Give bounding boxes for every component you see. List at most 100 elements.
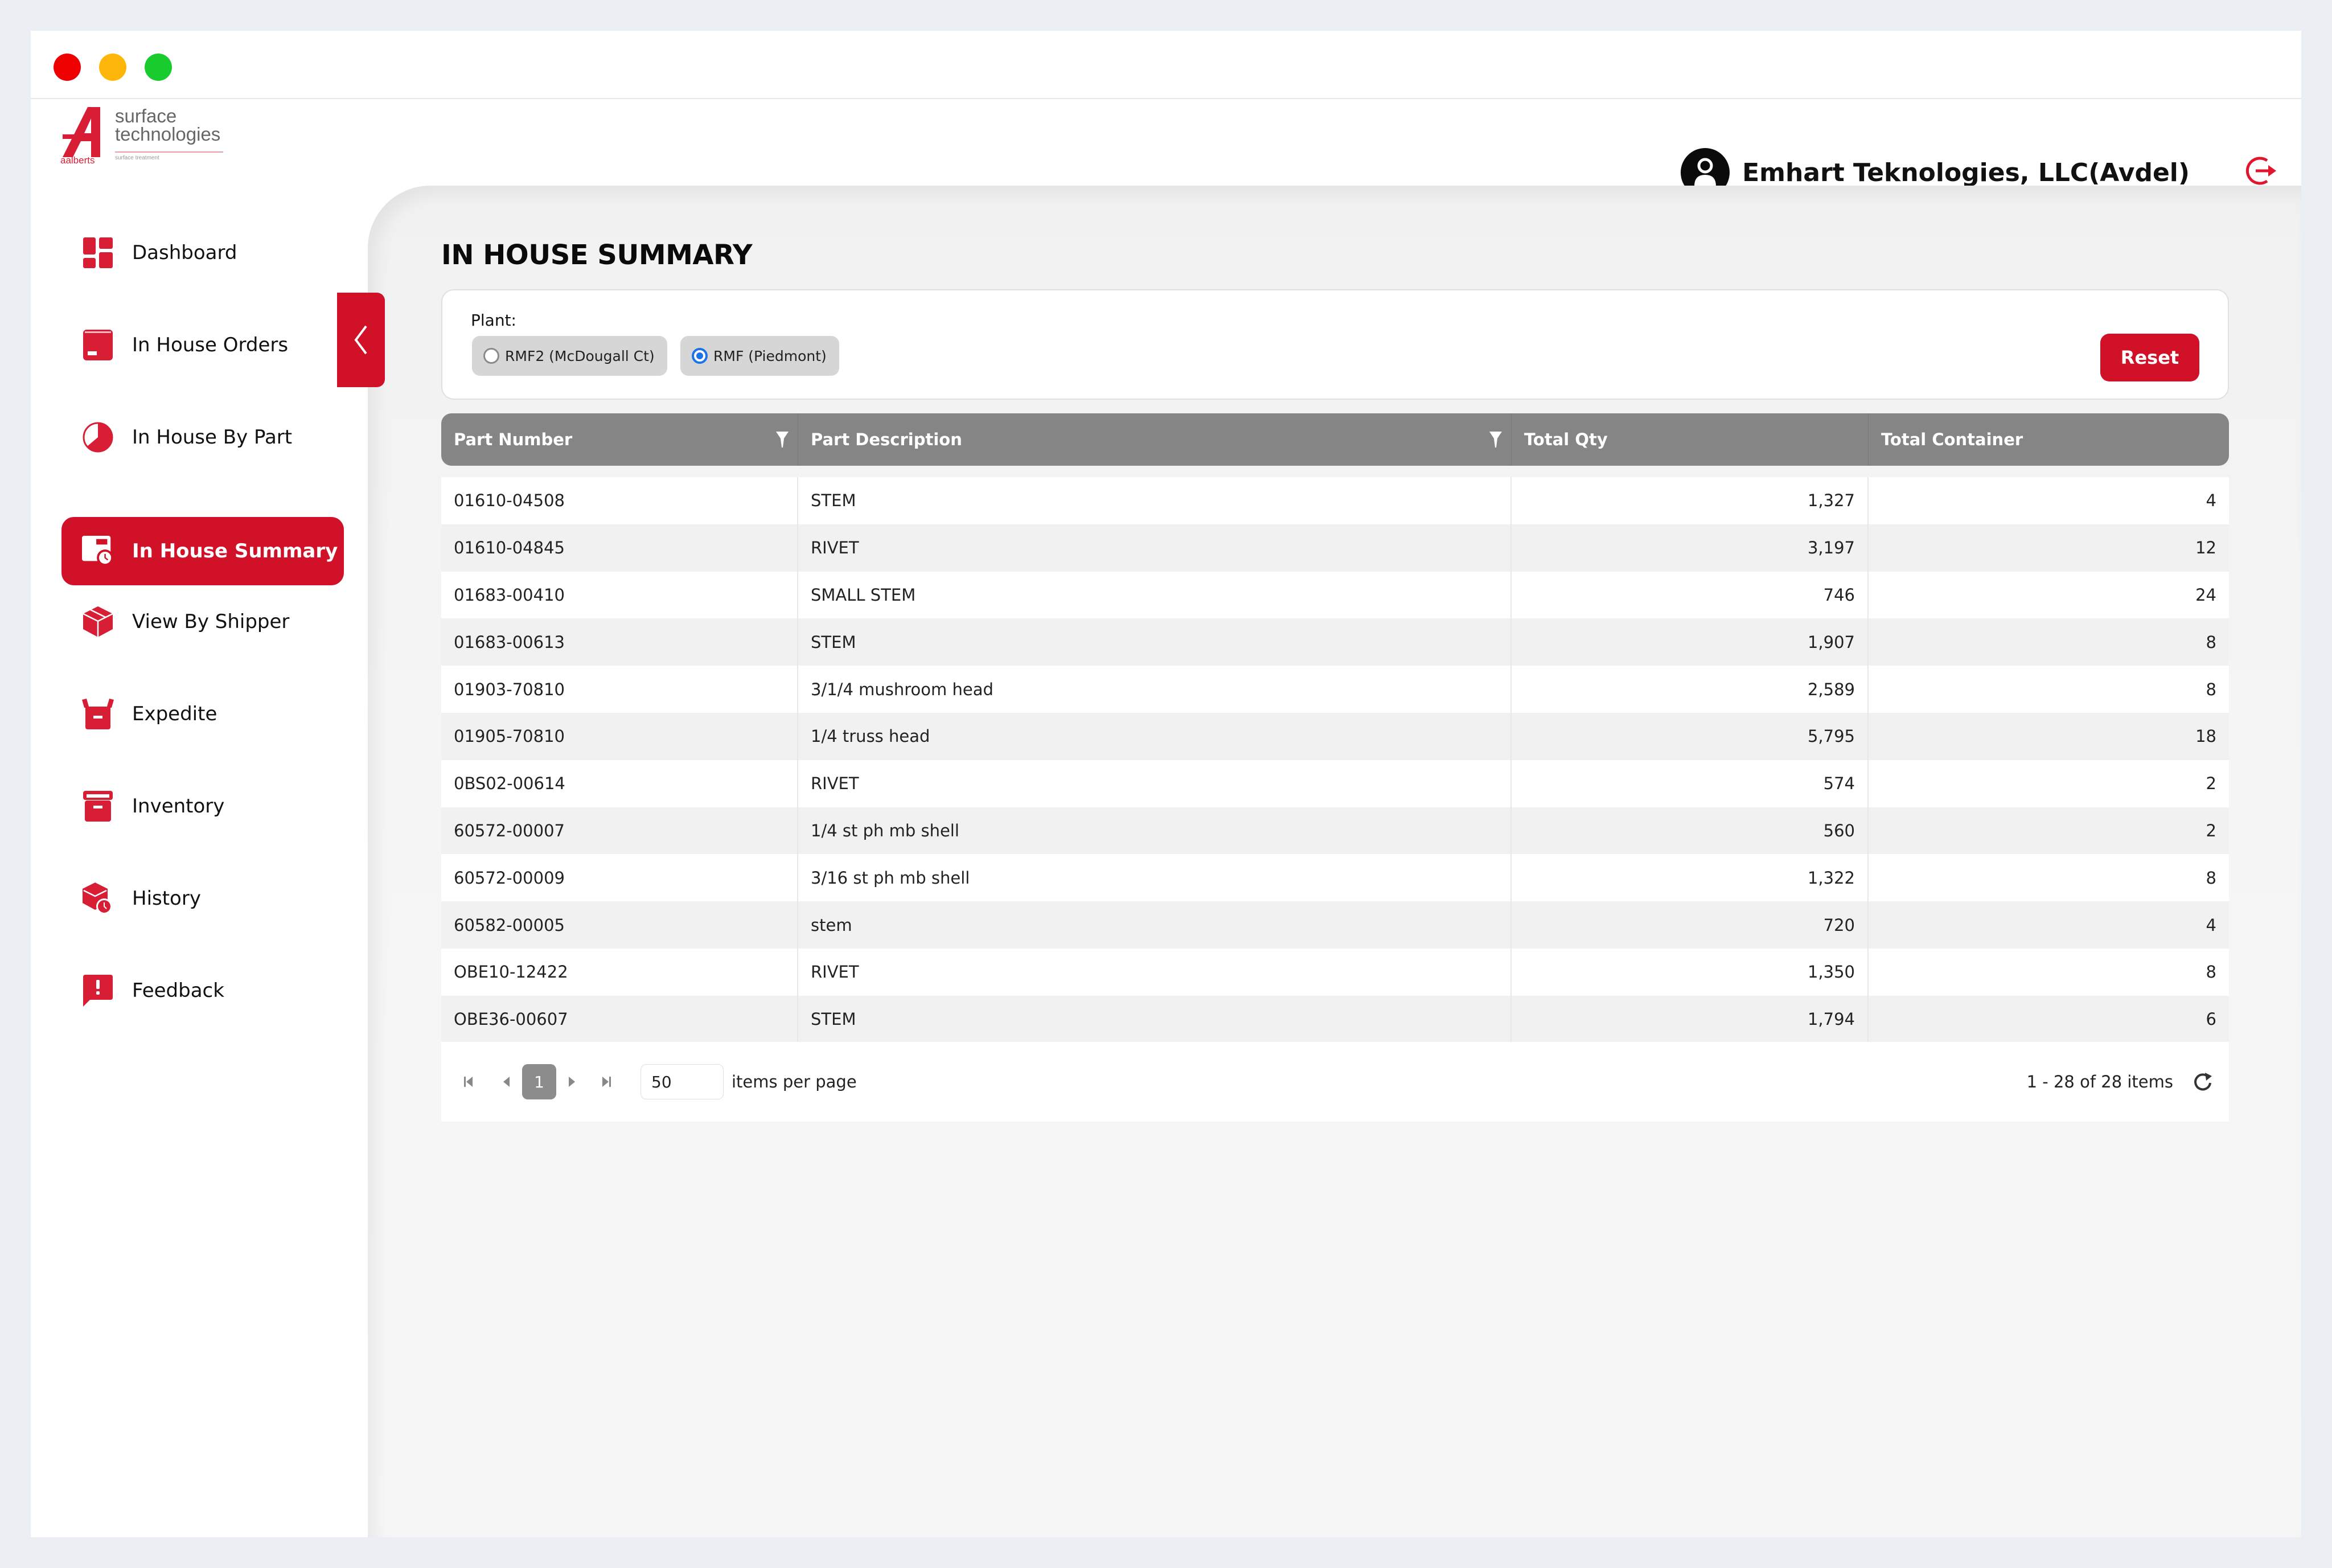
cell-total-qty: 5,795	[1512, 712, 1869, 760]
sidebar-item-label: Feedback	[132, 979, 224, 1002]
window-titlebar	[31, 31, 2301, 99]
table-row[interactable]: 01903-70810 3/1/4 mushroom head 2,589 8	[441, 666, 2229, 713]
cell-part-description: RIVET	[798, 524, 1512, 572]
cell-part-number: OBE36-00607	[441, 995, 798, 1043]
cell-total-qty: 1,322	[1512, 854, 1869, 902]
sidebar-item-label: Expedite	[132, 703, 217, 725]
app-header: aalberts surface technologies surface tr…	[31, 100, 2301, 197]
cell-total-container: 2	[2206, 820, 2216, 840]
sidebar-item-in-house-by-part[interactable]: In House By Part	[61, 403, 344, 471]
page-1-button[interactable]: 1	[522, 1064, 556, 1099]
cell-total-container: 4	[2206, 491, 2216, 511]
cell-total-qty: 746	[1512, 571, 1869, 619]
column-label: Total Container	[1881, 430, 2023, 449]
cell-total-container: 18	[2195, 726, 2216, 746]
page-size-input[interactable]	[641, 1064, 724, 1099]
table-row[interactable]: OBE10-12422 RIVET 1,350 8	[441, 948, 2229, 996]
dashboard-icon	[82, 237, 114, 269]
sidebar-item-history[interactable]: History	[61, 864, 344, 933]
pagination-info: 1 - 28 of 28 items	[2026, 1072, 2173, 1091]
filter-icon[interactable]	[1488, 430, 1503, 449]
refresh-icon[interactable]	[2191, 1070, 2214, 1093]
sidebar-item-label: In House Orders	[132, 334, 289, 356]
box-clock-icon	[82, 882, 114, 914]
column-header-total-qty[interactable]: Total Qty	[1512, 413, 1869, 466]
filter-icon[interactable]	[775, 430, 790, 449]
cell-total-qty: 1,327	[1512, 477, 1869, 524]
sidebar-item-inventory[interactable]: Inventory	[61, 772, 344, 840]
summary-table: Part Number Part Description Total Qty T…	[441, 413, 2229, 1043]
sidebar-item-feedback[interactable]: Feedback	[61, 957, 344, 1025]
logout-icon[interactable]	[2242, 153, 2278, 189]
window-maximize-button[interactable]	[145, 54, 172, 81]
table-row[interactable]: OBE36-00607 STEM 1,794 6	[441, 995, 2229, 1043]
cell-total-qty: 2,589	[1512, 666, 1869, 713]
sidebar-item-label: View By Shipper	[132, 610, 290, 633]
cell-part-number: 60572-00009	[441, 854, 798, 902]
cell-part-number: 01683-00410	[441, 571, 798, 619]
cell-part-description: SMALL STEM	[798, 571, 1512, 619]
sidebar-item-dashboard[interactable]: Dashboard	[61, 219, 344, 287]
cell-total-qty: 720	[1512, 901, 1869, 949]
pagination-bar: 1 items per page 1 - 28 of 28 items	[441, 1042, 2229, 1122]
package-icon	[82, 606, 114, 638]
archive-icon	[82, 790, 114, 822]
cell-total-qty: 1,794	[1512, 995, 1869, 1043]
table-row[interactable]: 60572-00009 3/16 st ph mb shell 1,322 8	[441, 854, 2229, 902]
cell-part-description: STEM	[798, 477, 1512, 524]
next-page-icon[interactable]	[561, 1065, 584, 1099]
radio-unchecked-icon[interactable]	[483, 348, 499, 364]
column-header-part-description[interactable]: Part Description	[798, 413, 1512, 466]
cell-part-number: 60582-00005	[441, 901, 798, 949]
user-name: Emhart Teknologies, LLC(Avdel)	[1742, 158, 2190, 187]
first-page-icon[interactable]	[457, 1065, 480, 1099]
last-page-icon[interactable]	[595, 1065, 618, 1099]
table-row[interactable]: 01905-70810 1/4 truss head 5,795 18	[441, 712, 2229, 760]
plant-option-rmf2[interactable]: RMF2 (McDougall Ct)	[472, 336, 667, 376]
sidebar: Dashboard In House Orders In House By Pa…	[31, 186, 368, 1537]
cell-part-description: 3/1/4 mushroom head	[798, 666, 1512, 713]
radio-checked-icon[interactable]	[692, 348, 708, 364]
cell-part-number: 01610-04508	[441, 477, 798, 524]
table-header: Part Number Part Description Total Qty T…	[441, 413, 2229, 466]
cell-total-qty: 574	[1512, 760, 1869, 807]
column-header-part-number[interactable]: Part Number	[441, 413, 798, 466]
page-title: IN HOUSE SUMMARY	[441, 239, 753, 271]
pie-chart-icon	[82, 421, 114, 453]
cell-part-description: STEM	[798, 995, 1512, 1043]
cell-total-qty: 3,197	[1512, 524, 1869, 572]
logo-divider	[115, 151, 223, 153]
table-row[interactable]: 01610-04508 STEM 1,327 4	[441, 477, 2229, 524]
chevron-left-icon	[354, 325, 367, 355]
column-header-total-container[interactable]: Total Container	[1869, 413, 2229, 466]
cell-part-number: 01610-04845	[441, 524, 798, 572]
cell-part-number: OBE10-12422	[441, 948, 798, 996]
previous-page-icon[interactable]	[495, 1065, 518, 1099]
table-row[interactable]: 0BS02-00614 RIVET 574 2	[441, 760, 2229, 807]
reset-button[interactable]: Reset	[2100, 334, 2199, 381]
sidebar-item-in-house-orders[interactable]: In House Orders	[61, 311, 344, 379]
sidebar-item-expedite[interactable]: Expedite	[61, 680, 344, 748]
plant-option-rmf[interactable]: RMF (Piedmont)	[680, 336, 839, 376]
cell-total-container: 2	[2206, 774, 2216, 794]
logo-line2: technologies	[115, 124, 221, 145]
sidebar-item-in-house-summary[interactable]: In House Summary	[61, 517, 344, 585]
cell-part-number: 60572-00007	[441, 807, 798, 855]
feedback-icon	[82, 975, 114, 1007]
plant-filter-panel: Plant: RMF2 (McDougall Ct) RMF (Piedmont…	[441, 289, 2229, 400]
cell-total-container: 8	[2206, 962, 2216, 982]
summary-clock-icon	[82, 535, 114, 567]
column-label: Part Number	[454, 430, 573, 449]
table-row[interactable]: 01683-00613 STEM 1,907 8	[441, 618, 2229, 666]
window-close-button[interactable]	[54, 54, 81, 81]
sidebar-item-view-by-shipper[interactable]: View By Shipper	[61, 588, 344, 656]
sidebar-collapse-button[interactable]	[337, 293, 385, 387]
sidebar-item-label: In House By Part	[132, 426, 293, 449]
table-row[interactable]: 01683-00410 SMALL STEM 746 24	[441, 571, 2229, 619]
window-minimize-button[interactable]	[99, 54, 126, 81]
table-row[interactable]: 60572-00007 1/4 st ph mb shell 560 2	[441, 807, 2229, 855]
table-row[interactable]: 60582-00005 stem 720 4	[441, 901, 2229, 949]
aalberts-logo-icon	[63, 107, 100, 157]
table-row[interactable]: 01610-04845 RIVET 3,197 12	[441, 524, 2229, 572]
logo-tagline: surface treatment	[115, 155, 159, 161]
